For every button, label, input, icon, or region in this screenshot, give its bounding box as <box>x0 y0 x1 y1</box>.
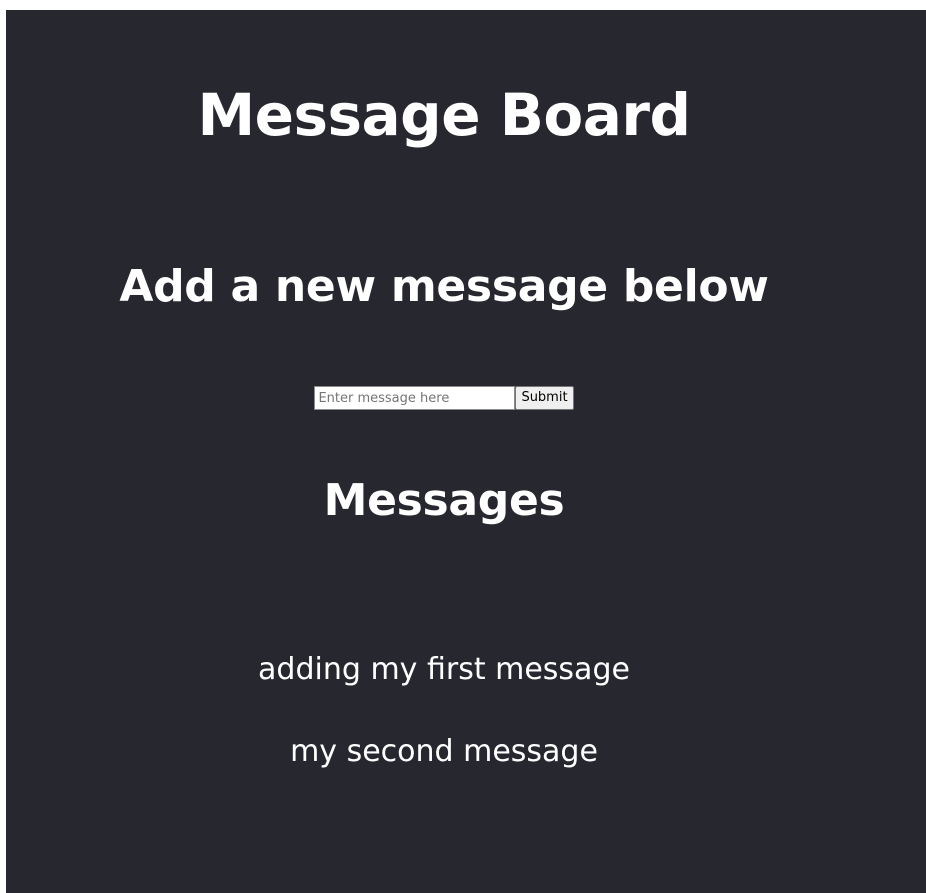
message-form: Submit <box>6 386 882 410</box>
message-list: adding my first message my second messag… <box>6 650 882 814</box>
add-message-heading: Add a new message below <box>119 261 769 312</box>
page-title: Message Board <box>197 81 691 149</box>
message-item: my second message <box>290 734 598 769</box>
messages-heading: Messages <box>323 475 565 526</box>
message-board-panel: Message Board Add a new message below Su… <box>6 10 926 893</box>
message-item: adding my first message <box>258 652 630 687</box>
submit-button[interactable]: Submit <box>515 386 574 410</box>
message-input[interactable] <box>314 386 516 410</box>
